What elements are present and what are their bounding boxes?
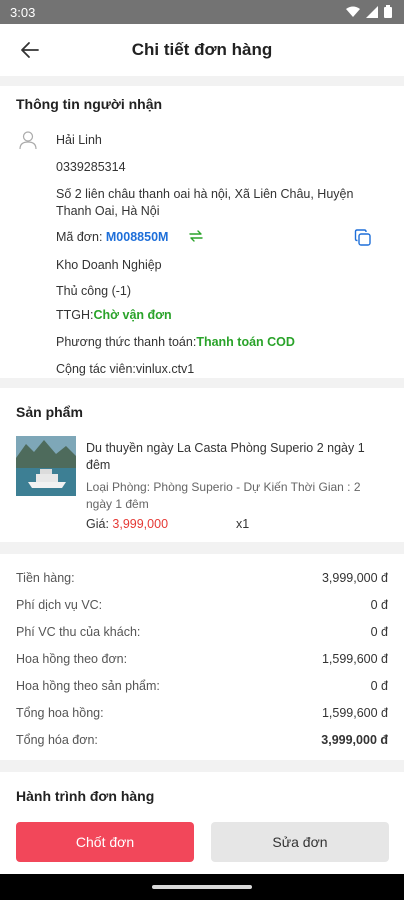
payment-value: Thanh toán COD	[196, 335, 295, 349]
summary-value: 0 đ	[370, 598, 388, 612]
edit-order-button[interactable]: Sửa đơn	[211, 822, 389, 862]
summary-row: Hoa hồng theo sản phẩm: 0 đ	[16, 679, 388, 697]
summary-label: Hoa hồng theo đơn:	[16, 652, 128, 666]
ttgh-value: Chờ vận đơn	[93, 308, 172, 322]
product-card: Sản phẩm Du thuyền ngày La Casta Phòng S…	[0, 388, 404, 542]
summary-value: 1,599,600 đ	[321, 706, 388, 720]
product-name-line2: đêm	[86, 458, 111, 472]
product-price-row: Giá: 3,999,000	[86, 516, 168, 533]
recipient-name: Hải Linh	[56, 133, 102, 147]
summary-row: Phí dịch vụ VC: 0 đ	[16, 598, 388, 616]
product-quantity: x1	[236, 517, 250, 531]
confirm-order-button[interactable]: Chốt đơn	[16, 822, 194, 862]
warehouse: Kho Doanh Nghiệp	[56, 258, 162, 272]
order-method: Thủ công (-1)	[56, 284, 132, 298]
summary-value: 0 đ	[370, 625, 388, 639]
order-code-row: Mã đơn: M008850M	[56, 229, 168, 246]
sync-icon[interactable]	[188, 229, 204, 243]
recipient-section-title: Thông tin người nhận	[16, 96, 163, 112]
status-bar: 3:03	[0, 0, 404, 24]
status-icons	[346, 5, 392, 18]
invoice-total: 3,999,000 đ	[321, 733, 388, 747]
recipient-phone: 0339285314	[56, 160, 126, 174]
journey-section-title[interactable]: Hành trình đơn hàng	[16, 788, 154, 804]
recipient-address-line2: Thanh Oai, Hà Nội	[56, 204, 160, 218]
product-thumbnail[interactable]	[16, 436, 76, 496]
status-time: 3:03	[10, 5, 36, 20]
battery-icon	[384, 5, 392, 18]
recipient-card: Thông tin người nhận Hải Linh 0339285314…	[0, 86, 404, 378]
collaborator: Cộng tác viên:vinlux.ctv1	[56, 362, 195, 376]
ttgh-row: TTGH:Chờ vận đơn	[56, 307, 172, 324]
user-icon	[19, 131, 37, 150]
summary-value: 1,599,600 đ	[321, 652, 388, 666]
summary-row: Tiền hàng: 3,999,000 đ	[16, 571, 388, 589]
payment-label: Phương thức thanh toán:	[56, 335, 197, 349]
navigation-bar	[0, 874, 404, 900]
payment-row: Phương thức thanh toán:Thanh toán COD	[56, 334, 295, 351]
copy-icon[interactable]	[354, 229, 372, 247]
order-code-label: Mã đơn:	[56, 230, 106, 244]
signal-icon	[366, 5, 378, 18]
app-bar: Chi tiết đơn hàng	[0, 24, 404, 76]
price-label: Giá:	[86, 517, 113, 531]
summary-label: Tổng hóa đơn:	[16, 733, 98, 747]
summary-label: Phí dịch vụ VC:	[16, 598, 103, 612]
summary-row: Phí VC thu của khách: 0 đ	[16, 625, 388, 643]
wifi-icon	[346, 6, 360, 17]
product-name-line1: Du thuyền ngày La Casta Phòng Superio 2 …	[86, 441, 365, 455]
summary-total-row: Tổng hóa đơn: 3,999,000 đ	[16, 733, 388, 751]
product-price: 3,999,000	[112, 517, 169, 531]
home-indicator[interactable]	[152, 885, 252, 889]
ttgh-label: TTGH:	[56, 308, 94, 322]
order-code: M008850M	[105, 230, 169, 244]
summary-row: Tổng hoa hồng: 1,599,600 đ	[16, 706, 388, 724]
summary-label: Tổng hoa hồng:	[16, 706, 104, 720]
summary-label: Tiền hàng:	[16, 571, 75, 585]
product-detail-line1: Loại Phòng: Phòng Superio - Dự Kiến Thời…	[86, 480, 361, 494]
recipient-address-line1: Số 2 liên châu thanh oai hà nội, Xã Liên…	[56, 187, 354, 201]
summary-label: Hoa hồng theo sản phẩm:	[16, 679, 160, 693]
summary-row: Hoa hồng theo đơn: 1,599,600 đ	[16, 652, 388, 670]
summary-value: 3,999,000 đ	[321, 571, 388, 585]
product-section-title: Sản phẩm	[16, 404, 83, 420]
summary-card: Tiền hàng: 3,999,000 đ Phí dịch vụ VC: 0…	[0, 554, 404, 760]
page-title: Chi tiết đơn hàng	[131, 40, 273, 59]
summary-value: 0 đ	[370, 679, 388, 693]
summary-label: Phí VC thu của khách:	[16, 625, 141, 639]
product-detail-line2: ngày 1 đêm	[86, 497, 149, 511]
